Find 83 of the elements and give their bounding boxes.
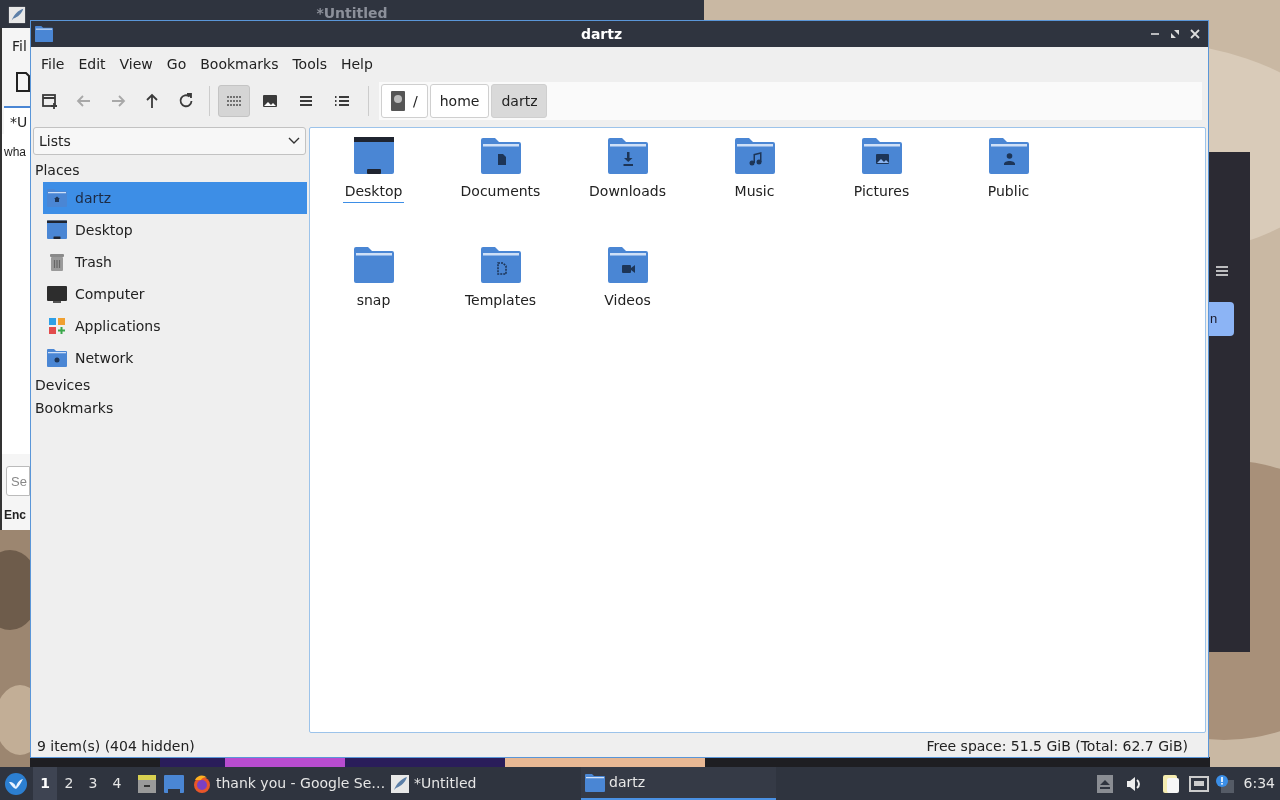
clipboard-icon[interactable] <box>1160 773 1181 794</box>
place-label: Network <box>75 348 134 368</box>
notification-icon[interactable] <box>1214 773 1235 794</box>
folder-name: Desktop <box>342 181 405 203</box>
chevron-down-icon <box>288 137 300 145</box>
folder-name: Downloads <box>588 182 667 201</box>
folder-item[interactable]: Templates <box>437 245 564 354</box>
menu-item[interactable]: Bookmarks <box>193 50 286 78</box>
workspace-button[interactable]: 4 <box>105 767 129 800</box>
place-label: Applications <box>75 316 161 336</box>
window-title: *Untitled <box>316 3 388 23</box>
path-button[interactable]: home <box>429 84 490 118</box>
section-header[interactable]: Bookmarks <box>32 397 307 420</box>
home-folder-icon <box>47 188 67 208</box>
place-item[interactable]: Trash <box>43 246 307 278</box>
menu-item[interactable]: File <box>34 50 72 78</box>
status-text: 9 item(s) (404 hidden) <box>37 736 195 756</box>
folder-item[interactable]: Videos <box>564 245 691 354</box>
document-icon <box>16 72 30 92</box>
drive-icon <box>391 91 405 111</box>
side-pane-dropdown[interactable]: Lists <box>33 127 306 155</box>
menu-item[interactable]: Go <box>159 50 194 78</box>
label: Enc <box>4 507 26 524</box>
monitor-icon <box>47 284 67 304</box>
image-icon <box>261 92 279 110</box>
tab[interactable]: *U <box>4 106 32 134</box>
eject-icon[interactable] <box>1096 774 1113 793</box>
menu-item[interactable]: Edit <box>71 50 113 78</box>
folder-icon <box>607 245 648 285</box>
menu-item[interactable]: Tools <box>285 50 334 78</box>
workspace-button[interactable]: 3 <box>81 767 105 800</box>
workspace-button[interactable]: 2 <box>57 767 81 800</box>
folder-name: snap <box>355 291 392 310</box>
place-item[interactable]: Applications <box>43 310 307 342</box>
section-header[interactable]: Devices <box>32 374 307 397</box>
task-button[interactable]: *Untitled <box>386 767 581 800</box>
volume-icon[interactable] <box>1124 774 1143 793</box>
folder-icon <box>585 772 605 793</box>
folder-item[interactable]: Downloads <box>564 136 691 245</box>
folder-icon <box>35 25 53 43</box>
editor-app-icon <box>390 773 410 794</box>
folder-icon <box>480 136 521 176</box>
place-label: Trash <box>75 252 112 272</box>
task-button[interactable]: dartz <box>581 767 776 800</box>
search-field[interactable]: Se <box>6 466 30 496</box>
workspace-button[interactable]: 1 <box>33 767 57 800</box>
menu-item[interactable]: Help <box>333 50 380 78</box>
applications-icon <box>47 316 67 336</box>
desktop-icon[interactable] <box>164 774 184 793</box>
network-port-icon[interactable] <box>1188 774 1209 793</box>
folder-name: Videos <box>603 291 652 310</box>
place-item[interactable]: Network <box>43 342 307 374</box>
folder-icon <box>480 245 521 285</box>
path-button[interactable]: / <box>381 84 428 118</box>
text-line: wha <box>4 144 26 161</box>
window-title: dartz <box>579 24 624 44</box>
menu-item[interactable]: View <box>112 50 160 78</box>
path-button[interactable]: dartz <box>491 84 548 118</box>
folder-name: Documents <box>459 182 542 201</box>
clock: 6:34 <box>1243 774 1275 793</box>
desktop-folder-icon <box>353 136 394 176</box>
new-tab-icon <box>41 92 59 110</box>
desktop-folder-icon <box>47 220 67 240</box>
folder-item[interactable]: Desktop <box>310 136 437 245</box>
bird-logo-icon[interactable] <box>5 772 27 795</box>
place-item[interactable]: dartz <box>43 182 307 214</box>
network-folder-icon <box>47 348 67 368</box>
place-label: Computer <box>75 284 145 304</box>
folder-icon <box>353 245 394 285</box>
reload-icon <box>177 92 195 110</box>
folder-icon <box>607 136 648 176</box>
place-item[interactable]: Computer <box>43 278 307 310</box>
file-cabinet-icon[interactable] <box>137 773 157 794</box>
place-label: Desktop <box>75 220 133 240</box>
menu-item[interactable]: Fil <box>12 36 27 57</box>
section-header[interactable]: Places <box>32 159 307 182</box>
place-item[interactable]: Desktop <box>43 214 307 246</box>
place-label: dartz <box>75 188 112 208</box>
folder-item[interactable]: snap <box>310 245 437 354</box>
folder-item[interactable]: Documents <box>437 136 564 245</box>
trash-icon <box>47 252 67 272</box>
browser-logo-icon <box>192 773 212 794</box>
folder-name: Templates <box>463 291 538 310</box>
